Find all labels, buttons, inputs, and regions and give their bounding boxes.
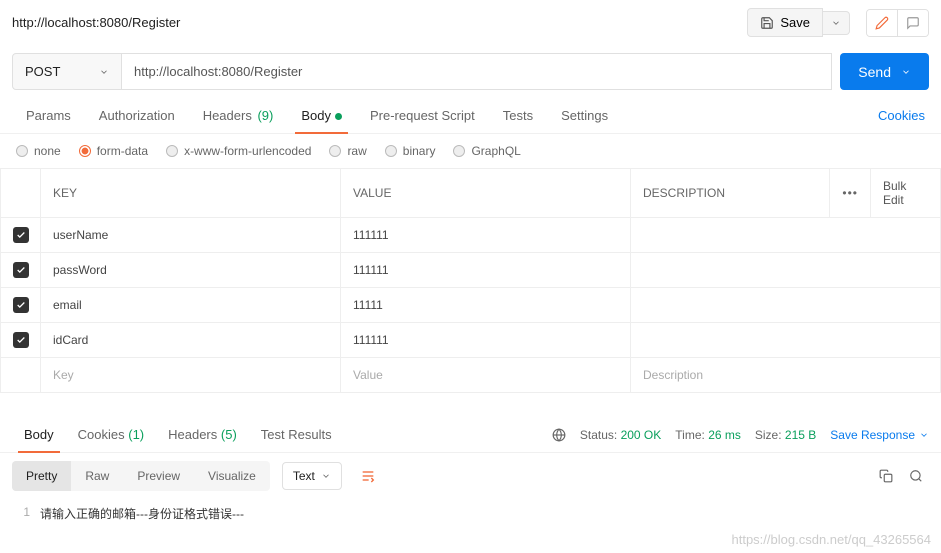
key-cell[interactable]: userName — [41, 218, 341, 253]
checkbox[interactable] — [13, 227, 29, 243]
body-type-graphql[interactable]: GraphQL — [453, 144, 520, 158]
chevron-down-icon — [831, 18, 841, 28]
line-number: 1 — [12, 505, 40, 522]
tab-authorization[interactable]: Authorization — [85, 98, 189, 133]
response-tab-body[interactable]: Body — [12, 417, 66, 452]
send-button-label: Send — [858, 64, 891, 80]
body-type-raw[interactable]: raw — [329, 144, 366, 158]
table-row[interactable]: idCard111111 — [1, 323, 941, 358]
value-cell[interactable]: 111111 — [341, 218, 631, 253]
tab-settings[interactable]: Settings — [547, 98, 622, 133]
save-response-link[interactable]: Save Response — [830, 428, 929, 442]
method-value: POST — [25, 64, 60, 79]
format-select[interactable]: Text — [282, 462, 342, 490]
response-tab-headers[interactable]: Headers (5) — [156, 417, 249, 452]
view-pretty[interactable]: Pretty — [12, 461, 71, 491]
tab-prerequest[interactable]: Pre-request Script — [356, 98, 489, 133]
key-cell[interactable]: idCard — [41, 323, 341, 358]
col-header-key: KEY — [41, 169, 341, 218]
save-dropdown-button[interactable] — [823, 11, 850, 35]
description-cell[interactable] — [631, 323, 941, 358]
response-tab-cookies[interactable]: Cookies (1) — [66, 417, 156, 452]
comment-icon — [906, 16, 920, 30]
save-icon — [760, 16, 774, 30]
cookies-link[interactable]: Cookies — [874, 98, 929, 133]
checkbox[interactable] — [13, 262, 29, 278]
response-tab-tests[interactable]: Test Results — [249, 417, 344, 452]
url-input[interactable] — [122, 53, 832, 90]
search-icon — [909, 469, 923, 483]
search-button[interactable] — [903, 463, 929, 489]
description-cell[interactable] — [631, 253, 941, 288]
body-type-binary[interactable]: binary — [385, 144, 436, 158]
key-cell[interactable]: passWord — [41, 253, 341, 288]
view-preview[interactable]: Preview — [123, 461, 194, 491]
value-cell[interactable]: 111111 — [341, 323, 631, 358]
more-columns-button[interactable]: ••• — [842, 186, 858, 200]
tab-headers[interactable]: Headers (9) — [189, 98, 288, 133]
copy-icon — [879, 469, 893, 483]
body-type-xwww[interactable]: x-www-form-urlencoded — [166, 144, 311, 158]
table-row-new[interactable]: KeyValueDescription — [1, 358, 941, 393]
col-header-description: DESCRIPTION — [631, 169, 830, 218]
view-raw[interactable]: Raw — [71, 461, 123, 491]
tab-tests[interactable]: Tests — [489, 98, 547, 133]
value-placeholder[interactable]: Value — [341, 358, 631, 393]
col-header-value: VALUE — [341, 169, 631, 218]
key-placeholder[interactable]: Key — [41, 358, 341, 393]
edit-button[interactable] — [867, 10, 897, 36]
method-select[interactable]: POST — [12, 53, 122, 90]
key-cell[interactable]: email — [41, 288, 341, 323]
save-button-label: Save — [780, 15, 810, 30]
view-visualize[interactable]: Visualize — [194, 461, 270, 491]
body-type-form-data[interactable]: form-data — [79, 144, 148, 158]
bulk-edit-link[interactable]: Bulk Edit — [883, 179, 906, 207]
description-placeholder[interactable]: Description — [631, 358, 941, 393]
checkbox[interactable] — [13, 332, 29, 348]
table-row[interactable]: userName111111 — [1, 218, 941, 253]
chevron-down-icon — [99, 67, 109, 77]
description-cell[interactable] — [631, 218, 941, 253]
wrap-button[interactable] — [352, 462, 384, 490]
globe-icon[interactable] — [552, 428, 566, 442]
watermark: https://blog.csdn.net/qq_43265564 — [732, 532, 932, 547]
table-row[interactable]: passWord111111 — [1, 253, 941, 288]
wrap-icon — [360, 468, 376, 484]
value-cell[interactable]: 11111 — [341, 288, 631, 323]
chevron-down-icon — [901, 67, 911, 77]
breadcrumb: http://localhost:8080/Register — [12, 15, 739, 30]
value-cell[interactable]: 111111 — [341, 253, 631, 288]
copy-button[interactable] — [873, 463, 899, 489]
comment-button[interactable] — [897, 10, 928, 36]
table-row[interactable]: email11111 — [1, 288, 941, 323]
tab-body[interactable]: Body — [287, 98, 356, 133]
send-button[interactable]: Send — [840, 53, 929, 90]
pencil-icon — [875, 16, 889, 30]
description-cell[interactable] — [631, 288, 941, 323]
tab-params[interactable]: Params — [12, 98, 85, 133]
form-data-table: KEY VALUE DESCRIPTION ••• Bulk Edit user… — [0, 168, 941, 393]
response-text: 请输入正确的邮箱---身份证格式错误--- — [40, 505, 244, 522]
body-type-none[interactable]: none — [16, 144, 61, 158]
checkbox[interactable] — [13, 297, 29, 313]
save-button[interactable]: Save — [747, 8, 823, 37]
